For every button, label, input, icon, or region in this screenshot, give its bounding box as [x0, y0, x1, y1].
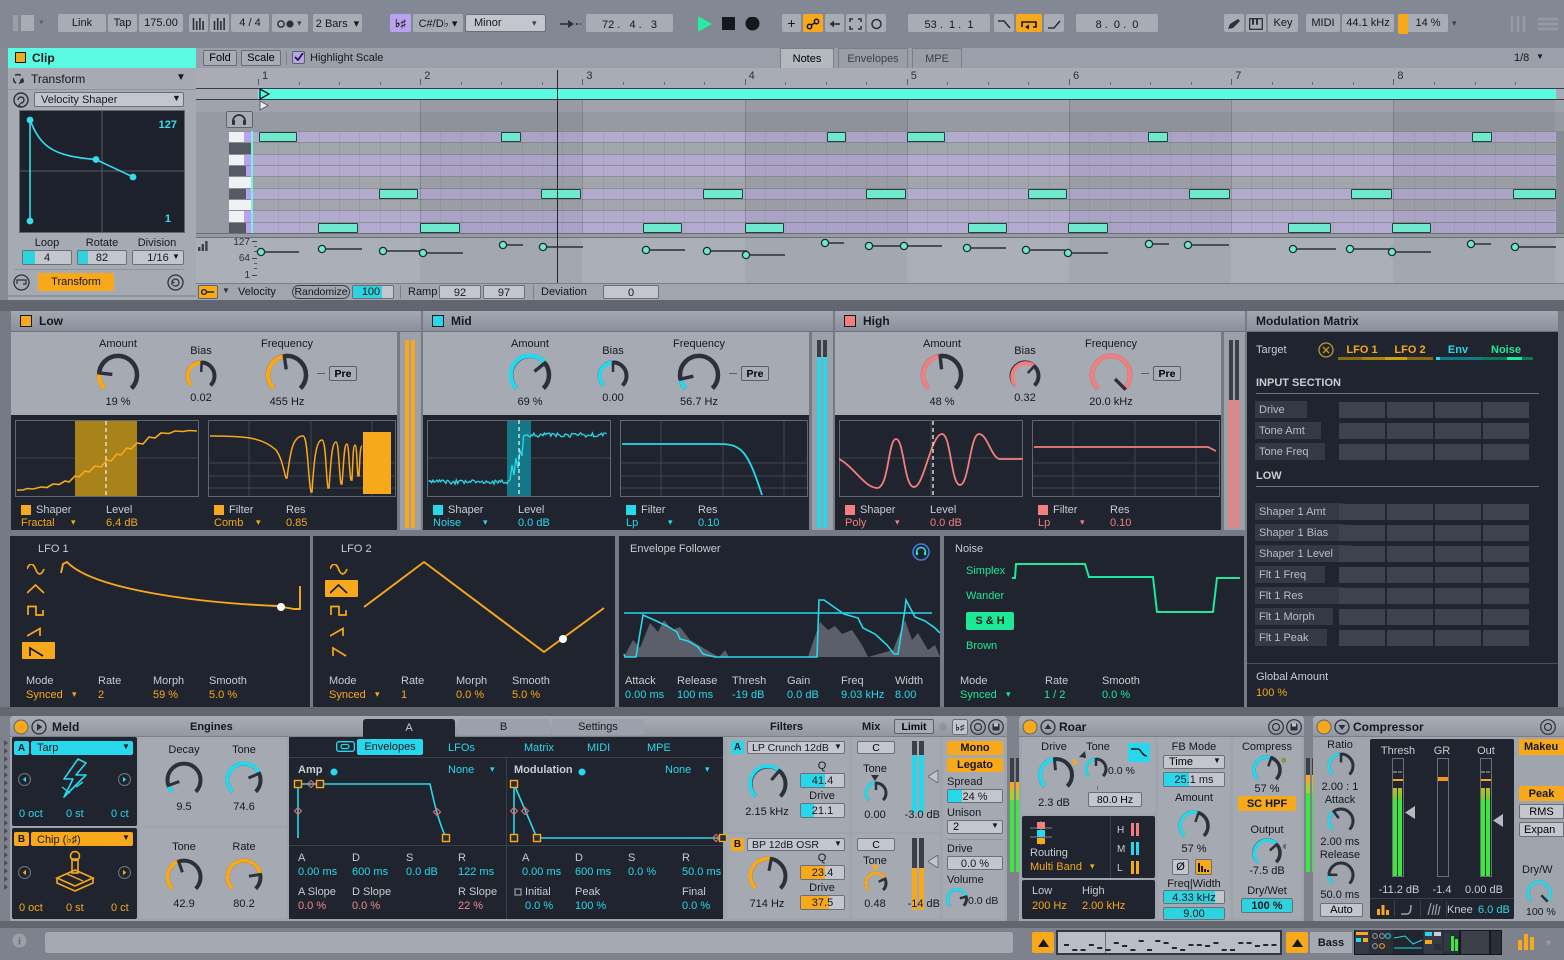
svg-text:i: i: [18, 937, 21, 948]
svg-text:♭♯: ♭♯: [956, 723, 965, 733]
svg-text:127: 127: [159, 119, 177, 131]
svg-text:1: 1: [165, 213, 171, 225]
